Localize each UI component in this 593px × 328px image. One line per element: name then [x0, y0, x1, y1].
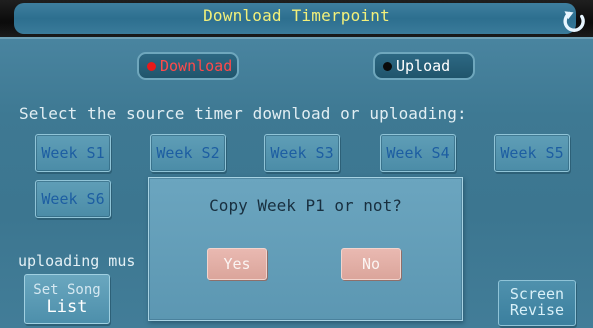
week-s1-button[interactable]: Week S1	[35, 134, 111, 172]
yes-button[interactable]: Yes	[207, 248, 267, 280]
upload-radio[interactable]: Upload	[373, 52, 475, 80]
download-radio[interactable]: Download	[137, 52, 239, 80]
upload-radio-label: Upload	[396, 56, 451, 75]
instruction-text: Select the source timer download or uplo…	[19, 104, 467, 123]
screen-revise-button[interactable]: Screen Revise	[498, 280, 576, 326]
copy-confirm-dialog: Copy Week P1 or not? Yes No	[148, 177, 463, 321]
download-radio-dot	[147, 61, 156, 71]
partially-hidden-text: uploading mus	[18, 252, 136, 270]
title-bar: Download Timerpoint	[0, 0, 593, 39]
upload-radio-dot	[383, 61, 392, 71]
return-arrow-icon	[563, 11, 585, 32]
set-song-list-line2: List	[46, 296, 88, 317]
return-button[interactable]	[561, 8, 587, 34]
set-song-list-line1: Set Song	[33, 281, 101, 298]
week-s6-button[interactable]: Week S6	[35, 180, 111, 218]
dialog-message: Copy Week P1 or not?	[209, 196, 402, 215]
page-title: Download Timerpoint	[203, 6, 390, 25]
screen-revise-line2: Revise	[509, 301, 565, 319]
week-s3-button[interactable]: Week S3	[264, 134, 340, 172]
no-button[interactable]: No	[341, 248, 401, 280]
week-s5-button[interactable]: Week S5	[494, 134, 570, 172]
timer-screen: Download Timerpoint Download Upload Sele…	[0, 0, 593, 328]
set-song-list-button[interactable]: Set Song List	[24, 274, 110, 324]
week-s4-button[interactable]: Week S4	[380, 134, 456, 172]
download-radio-label: Download	[160, 56, 233, 75]
week-s2-button[interactable]: Week S2	[150, 134, 226, 172]
